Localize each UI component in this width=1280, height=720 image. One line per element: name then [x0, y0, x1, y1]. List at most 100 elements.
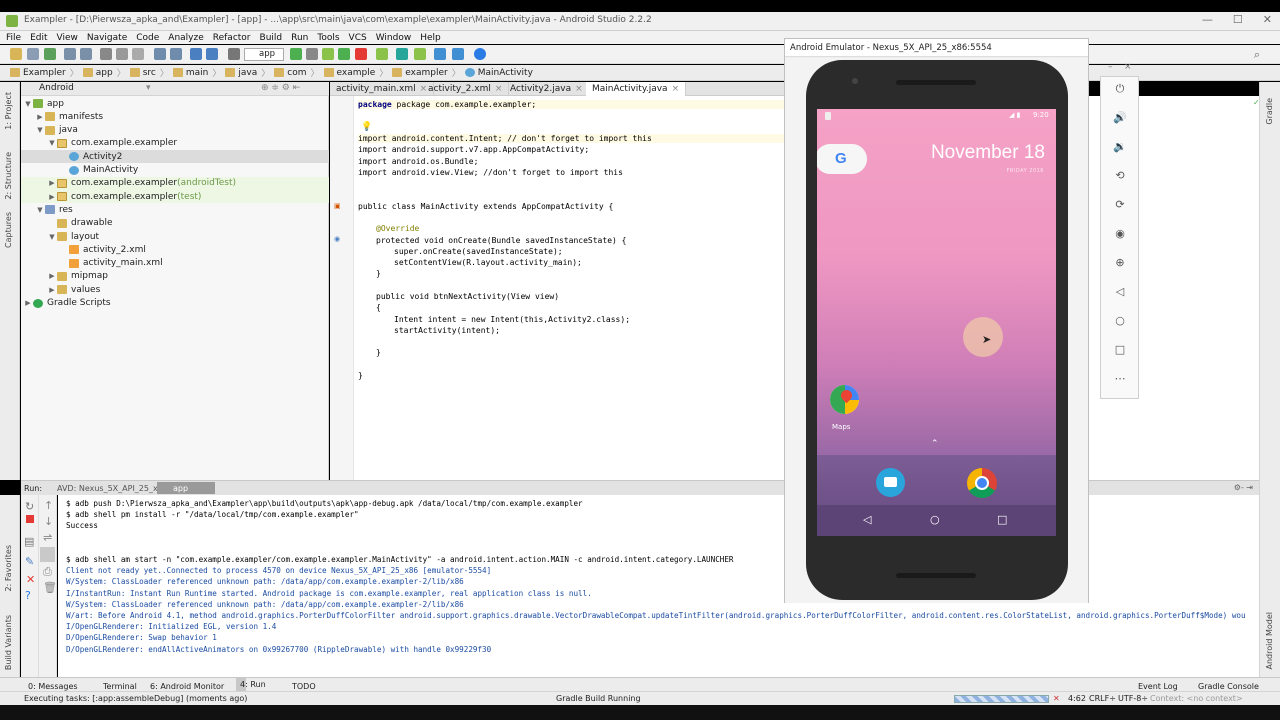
more-icon[interactable]: ⋯ [1113, 372, 1127, 386]
avd-manager-icon[interactable] [376, 48, 388, 60]
screenshot-icon[interactable]: ◉ [1113, 227, 1127, 241]
sdk-manager-icon[interactable] [434, 48, 446, 60]
save-icon[interactable] [27, 48, 39, 60]
app-drawer-arrow-icon[interactable]: ⌃ [931, 439, 939, 449]
tab-build-variants[interactable]: Build Variants [4, 615, 13, 670]
up-arrow-icon[interactable]: ↑ [44, 499, 53, 512]
menu-file[interactable]: File [6, 33, 21, 43]
back-icon[interactable] [190, 48, 202, 60]
emulator-minimize-button[interactable]: – [1108, 62, 1113, 72]
forward-icon[interactable] [206, 48, 218, 60]
expand-arrow-icon[interactable]: ▼ [35, 206, 45, 214]
breadcrumb-app[interactable]: app [82, 68, 113, 78]
tree-item[interactable]: ▶ mipmap [21, 270, 329, 283]
zoom-icon[interactable]: ⊕ [1113, 256, 1127, 270]
chrome-app-icon[interactable] [967, 468, 997, 498]
copy-icon[interactable] [116, 48, 128, 60]
run-tab-app[interactable]: app [157, 482, 215, 494]
settings-icon[interactable]: ⚙- ⇥ [1234, 483, 1253, 492]
date-widget[interactable]: November 18 [931, 142, 1045, 164]
tab-captures[interactable]: Captures [4, 212, 13, 248]
tree-item[interactable]: ▶ values [21, 283, 329, 296]
phone-screen[interactable]: ◢ ▮ 9:20 G November 18 FRIDAY 2016 ➤ Map… [817, 109, 1056, 536]
menu-navigate[interactable]: Navigate [87, 33, 127, 43]
run-tab-avd[interactable]: AVD: Nexus_5X_API_25_x86 [57, 484, 168, 493]
tree-item[interactable]: MainActivity [21, 164, 329, 177]
menu-tools[interactable]: Tools [317, 33, 339, 43]
close-icon[interactable]: × [575, 84, 583, 94]
emulator-close-button[interactable]: × [1124, 62, 1132, 72]
tree-item[interactable]: ▼ res [21, 203, 329, 216]
close-icon[interactable]: × [495, 84, 503, 94]
tree-item[interactable]: drawable [21, 217, 329, 230]
maximize-button[interactable]: ☐ [1233, 13, 1243, 26]
paste-icon[interactable] [132, 48, 144, 60]
find-icon[interactable] [154, 48, 166, 60]
expand-arrow-icon[interactable]: ▶ [35, 113, 45, 121]
breadcrumb-exampler[interactable]: Exampler [10, 68, 66, 78]
expand-arrow-icon[interactable]: ▼ [35, 126, 45, 134]
search-everywhere-icon[interactable]: ⌕ [1254, 48, 1260, 62]
breadcrumb-com[interactable]: com [274, 68, 307, 78]
trash-icon[interactable]: 🗑 [43, 581, 57, 594]
rerun-icon[interactable]: ↻ [25, 500, 34, 513]
override-marker-icon[interactable]: ◉ [334, 235, 340, 243]
back-icon[interactable]: ◁ [1113, 285, 1127, 299]
tab-mainactivity-java[interactable]: MainActivity.java × [586, 82, 687, 96]
line-separator[interactable]: CRLF÷ [1089, 694, 1116, 703]
menu-build[interactable]: Build [260, 33, 283, 43]
tree-item[interactable]: ▼ layout [21, 230, 329, 243]
breadcrumb-exampler-pkg[interactable]: exampler [392, 68, 448, 78]
rotate-right-icon[interactable]: ⟳ [1113, 198, 1127, 212]
help-icon[interactable]: ? [25, 589, 31, 602]
cancel-icon[interactable]: ✕ [1053, 694, 1060, 703]
expand-arrow-icon[interactable]: ▼ [23, 100, 33, 108]
debug-icon[interactable] [306, 48, 318, 60]
breadcrumb-java[interactable]: java [225, 68, 257, 78]
tool-run[interactable]: 4: Run [236, 678, 266, 691]
tree-item[interactable]: Activity2 [21, 150, 329, 164]
project-view-selector[interactable]: Android ▾ ⊕ ≑ ⚙ ⇤ [21, 82, 329, 96]
pin-icon[interactable]: ✎ [25, 555, 34, 568]
file-encoding[interactable]: UTF-8÷ [1118, 694, 1148, 703]
menu-edit[interactable]: Edit [30, 33, 47, 43]
rotate-left-icon[interactable]: ⟲ [1113, 169, 1127, 183]
menu-vcs[interactable]: VCS [349, 33, 367, 43]
project-structure-icon[interactable] [452, 48, 464, 60]
stop-icon[interactable] [26, 515, 34, 523]
google-search-pill[interactable]: G [817, 144, 867, 174]
close-icon[interactable]: ✕ [26, 573, 35, 586]
volume-down-icon[interactable]: 🔉 [1113, 140, 1127, 154]
print-icon[interactable]: ⎙ [43, 565, 52, 579]
expand-arrow-icon[interactable]: ▼ [47, 139, 57, 147]
build-hammer-icon[interactable] [228, 48, 240, 60]
expand-arrow-icon[interactable]: ▶ [47, 286, 57, 294]
power-icon[interactable]: ⏻ [1113, 82, 1127, 96]
redo-icon[interactable] [80, 48, 92, 60]
down-arrow-icon[interactable]: ↓ [44, 515, 53, 528]
help-icon[interactable] [474, 48, 486, 60]
tree-item[interactable]: ▶ com.example.exampler (androidTest) [21, 176, 329, 190]
cursor-position[interactable]: 4:62 [1068, 694, 1086, 703]
android-device-monitor-icon[interactable] [414, 48, 426, 60]
tree-item[interactable]: ▼ com.example.exampler [21, 137, 329, 150]
menu-run[interactable]: Run [291, 33, 308, 43]
profile-icon[interactable] [322, 48, 334, 60]
menu-analyze[interactable]: Analyze [168, 33, 203, 43]
soft-wrap-icon[interactable]: ⇌ [43, 531, 52, 544]
breadcrumb-example[interactable]: example [323, 68, 375, 78]
home-nav-icon[interactable]: ○ [930, 513, 940, 526]
menu-code[interactable]: Code [136, 33, 159, 43]
tree-item[interactable]: activity_2.xml [21, 243, 329, 256]
tab-activity-2-xml[interactable]: activity_2.xml × [422, 82, 510, 96]
apply-changes-icon[interactable] [338, 48, 350, 60]
close-icon[interactable]: × [672, 84, 680, 94]
run-icon[interactable] [290, 48, 302, 60]
expand-arrow-icon[interactable]: ▶ [47, 193, 57, 201]
sync-icon[interactable] [44, 48, 56, 60]
tab-favorites[interactable]: 2: Favorites [4, 545, 13, 591]
tree-item[interactable]: ▶ manifests [21, 110, 329, 123]
tree-item[interactable]: ▶ com.example.exampler (test) [21, 190, 329, 204]
tab-activity-main-xml[interactable]: activity_main.xml × [330, 82, 435, 96]
tree-item[interactable]: activity_main.xml [21, 257, 329, 270]
